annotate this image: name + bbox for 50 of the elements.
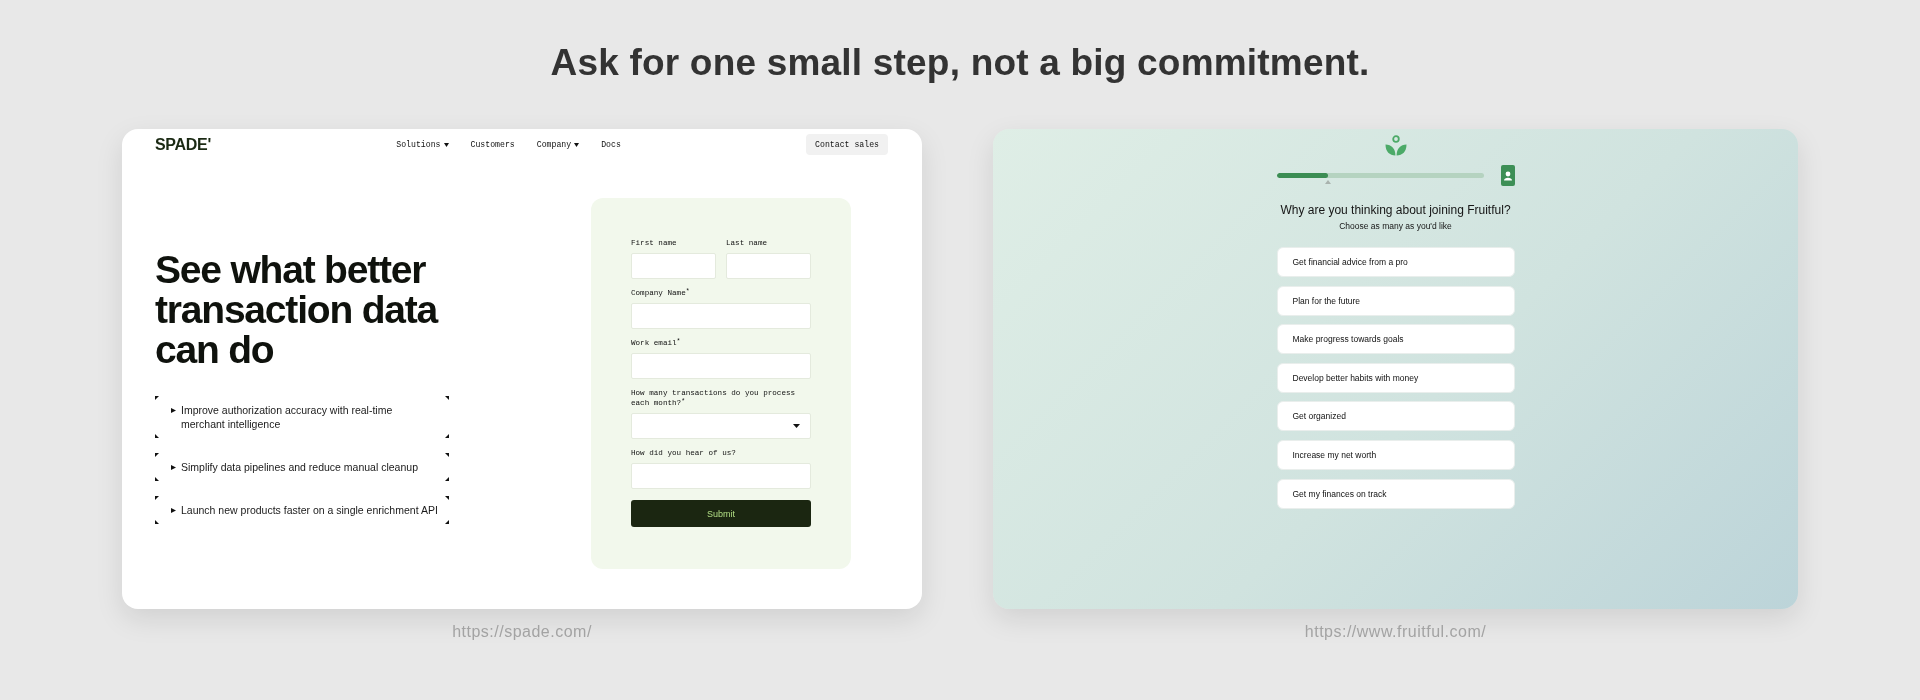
corner-mark-icon — [155, 434, 159, 438]
corner-mark-icon — [445, 434, 449, 438]
text-input-field[interactable] — [631, 253, 716, 279]
corner-mark-icon — [445, 396, 449, 400]
corner-mark-icon — [155, 453, 159, 457]
caret-icon — [574, 142, 580, 147]
question-heading: Why are you thinking about joining Fruitful? — [1280, 202, 1511, 218]
corner-mark-icon — [445, 496, 449, 500]
select-dropdown[interactable] — [631, 413, 811, 439]
corner-mark-icon — [445, 477, 449, 481]
caret-icon — [443, 142, 449, 147]
submit-button[interactable]: Submit — [631, 500, 811, 527]
bullet-arrow-icon — [171, 464, 176, 470]
source-url: https://www.fruitful.com/ — [1304, 622, 1487, 642]
corner-mark-icon — [155, 520, 159, 524]
nav-link[interactable]: Customers — [470, 139, 515, 150]
answer-option[interactable]: Get my finances on track — [1276, 478, 1515, 509]
answer-option[interactable]: Make progress towards goals — [1276, 324, 1515, 355]
corner-mark-icon — [155, 496, 159, 500]
answer-option[interactable]: Increase my net worth — [1276, 439, 1515, 470]
corner-mark-icon — [445, 453, 449, 457]
text-input-field[interactable] — [631, 463, 811, 489]
nav-link[interactable]: Company — [536, 139, 580, 150]
answer-option[interactable]: Plan for the future — [1276, 285, 1515, 316]
brand-logo[interactable]: SPADE' — [155, 135, 211, 154]
slide-heading: Ask for one small step, not a big commitment. — [550, 41, 1370, 85]
nav-link[interactable]: Solutions — [396, 139, 449, 150]
benefit-text: Simplify data pipelines and reduce manual cleanup — [181, 460, 419, 474]
benefit-text: Launch new products faster on a single enrichment API — [181, 503, 439, 517]
caret-icon — [793, 424, 800, 428]
benefit-text: Improve authorization accuracy with real-time merchant intelligence — [181, 403, 394, 431]
answer-option[interactable]: Develop better habits with money — [1276, 362, 1515, 393]
contact-sales-button[interactable]: Contact sales — [806, 134, 888, 155]
corner-mark-icon — [445, 520, 449, 524]
text-input-field[interactable] — [631, 303, 811, 329]
hero-headline: See what better transaction data can do — [155, 250, 439, 370]
bullet-arrow-icon — [171, 507, 176, 513]
text-input-field[interactable] — [631, 353, 811, 379]
text-input-field[interactable] — [726, 253, 811, 279]
answer-option[interactable]: Get organized — [1276, 401, 1515, 432]
nav-link[interactable]: Docs — [601, 139, 621, 150]
corner-mark-icon — [155, 477, 159, 481]
bullet-arrow-icon — [171, 407, 176, 413]
pointer-triangle-icon — [1325, 180, 1332, 184]
corner-mark-icon — [155, 396, 159, 400]
answer-option[interactable]: Get financial advice from a pro — [1276, 247, 1515, 277]
sprout-logo-icon — [1383, 135, 1408, 156]
question-hint: Choose as many as you'd like — [1339, 220, 1452, 232]
source-url: https://spade.com/ — [452, 622, 592, 642]
profile-icon[interactable] — [1500, 165, 1515, 186]
